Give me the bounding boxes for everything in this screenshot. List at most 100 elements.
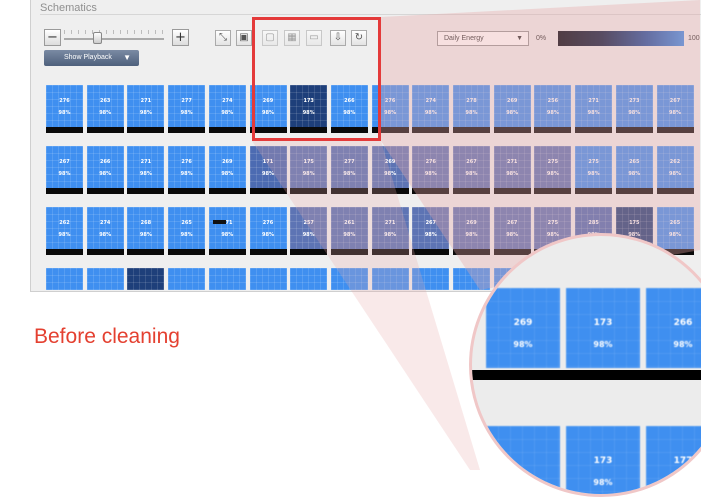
solar-panel-tile[interactable]: 271 98% bbox=[575, 85, 613, 133]
panel-value: 267 bbox=[466, 159, 477, 165]
solar-panel-tile[interactable]: 271 98% bbox=[371, 207, 409, 255]
solar-panel-tile[interactable]: 269 98% bbox=[453, 207, 490, 255]
panel-footer bbox=[46, 127, 83, 133]
solar-panel-tile[interactable] bbox=[290, 268, 328, 290]
solar-panel-tile[interactable] bbox=[86, 268, 124, 290]
solar-panel-tile[interactable] bbox=[371, 268, 409, 290]
panel-value: 171 bbox=[262, 159, 274, 165]
panel-footer bbox=[208, 249, 246, 255]
solar-panel-tile[interactable]: 267 98% bbox=[46, 146, 83, 194]
solar-panel-tile[interactable] bbox=[46, 268, 83, 290]
panel-value: 268 bbox=[140, 220, 152, 226]
lens-panel-pct: 98% bbox=[593, 478, 613, 487]
show-playback-button[interactable]: Show Playback ▼ bbox=[44, 50, 139, 66]
panel-value: 271 bbox=[588, 98, 599, 104]
solar-panel-tile[interactable]: 266 98% bbox=[86, 146, 124, 194]
solar-panel-tile[interactable] bbox=[249, 268, 287, 290]
solar-panel-tile[interactable]: 276 98% bbox=[249, 207, 287, 255]
solar-panel-tile[interactable]: 267 98% bbox=[656, 85, 694, 133]
zoom-slider[interactable] bbox=[64, 38, 164, 40]
panel-footer bbox=[493, 188, 531, 194]
panel-value: 276 bbox=[262, 220, 274, 226]
solar-panel-tile[interactable]: 262 98% bbox=[46, 207, 83, 255]
solar-panel-tile[interactable]: 265 98% bbox=[656, 207, 694, 255]
panel-percent: 98% bbox=[506, 171, 519, 177]
solar-panel-tile[interactable]: 276 98% bbox=[412, 146, 450, 194]
solar-panel-tile[interactable]: 269 98% bbox=[208, 146, 246, 194]
solar-panel-tile[interactable]: 257 98% bbox=[290, 207, 328, 255]
solar-panel-tile[interactable]: 269 98% bbox=[371, 146, 409, 194]
solar-panel-tile[interactable]: 268 98% bbox=[127, 207, 165, 255]
solar-panel-tile[interactable] bbox=[412, 268, 450, 290]
panel-percent: 98% bbox=[180, 171, 193, 177]
solar-panel-tile[interactable] bbox=[208, 268, 246, 290]
panel-value: 276 bbox=[181, 159, 192, 165]
panel-value: 269 bbox=[384, 159, 396, 165]
solar-panel-tile[interactable]: 267 98% bbox=[453, 146, 490, 194]
panel-percent: 98% bbox=[384, 171, 397, 177]
panel-value: 265 bbox=[629, 159, 640, 165]
solar-panel-tile[interactable]: 256 98% bbox=[534, 85, 572, 133]
panel-footer bbox=[412, 249, 450, 255]
fit-view-icon[interactable]: ⤡ bbox=[215, 30, 231, 46]
filter-icon[interactable]: ▣ bbox=[236, 30, 252, 46]
zoom-in-button[interactable]: + bbox=[172, 29, 189, 46]
solar-panel-tile[interactable]: 275 98% bbox=[534, 146, 572, 194]
solar-panel-tile[interactable]: 262 98% bbox=[656, 146, 694, 194]
panel-footer bbox=[290, 249, 328, 255]
panel-percent: 98% bbox=[180, 110, 193, 116]
solar-panel-tile[interactable] bbox=[453, 268, 490, 290]
solar-panel-tile[interactable]: 274 98% bbox=[208, 85, 246, 133]
solar-panel-tile[interactable]: 265 98% bbox=[615, 146, 653, 194]
solar-panel-tile[interactable]: 271 98% bbox=[208, 207, 246, 255]
solar-panel-tile[interactable] bbox=[127, 268, 165, 290]
zoom-out-button[interactable]: − bbox=[44, 29, 61, 46]
solar-panel-tile[interactable]: 171 98% bbox=[249, 146, 287, 194]
solar-panel-tile[interactable]: 267 98% bbox=[493, 207, 531, 255]
panel-footer bbox=[575, 188, 613, 194]
solar-panel-tile[interactable]: 273 98% bbox=[615, 85, 653, 133]
solar-panel-tile[interactable]: 263 98% bbox=[86, 85, 124, 133]
panel-percent: 98% bbox=[669, 171, 681, 177]
zoom-slider-handle[interactable] bbox=[93, 32, 102, 44]
solar-panel-tile[interactable]: 274 98% bbox=[412, 85, 450, 133]
solar-panel-tile[interactable]: 267 98% bbox=[412, 207, 450, 255]
panel-percent: 98% bbox=[465, 110, 478, 116]
metric-select-value: Daily Energy bbox=[444, 35, 484, 42]
solar-panel-tile[interactable]: 269 98% bbox=[493, 85, 531, 133]
panel-footer bbox=[46, 188, 83, 194]
panel-value: 274 bbox=[425, 98, 437, 104]
lens-panel: 269 98% bbox=[486, 288, 560, 368]
chevron-down-icon: ▼ bbox=[516, 35, 523, 42]
solar-panel-tile[interactable]: 175 98% bbox=[290, 146, 328, 194]
solar-panel-tile[interactable]: 276 98% bbox=[168, 146, 206, 194]
legend-min-label: 0% bbox=[536, 35, 547, 42]
solar-panel-tile[interactable]: 277 98% bbox=[330, 146, 368, 194]
solar-panel-tile[interactable]: 261 98% bbox=[330, 207, 368, 255]
panel-footer bbox=[46, 249, 83, 255]
panel-value: 273 bbox=[629, 98, 640, 104]
solar-panel-tile[interactable] bbox=[330, 268, 368, 290]
solar-panel-tile[interactable]: 278 98% bbox=[453, 85, 490, 133]
panel-footer bbox=[615, 127, 653, 133]
solar-panel-tile[interactable]: 271 98% bbox=[127, 146, 165, 194]
solar-panel-tile[interactable]: 271 98% bbox=[127, 85, 165, 133]
lens-panel-pct: 98% bbox=[593, 340, 613, 349]
panel-percent: 98% bbox=[302, 171, 315, 177]
panel-footer bbox=[371, 188, 409, 194]
metric-select[interactable]: Daily Energy ▼ bbox=[437, 31, 529, 46]
panel-value: 261 bbox=[344, 220, 355, 226]
solar-panel-tile[interactable]: 265 98% bbox=[168, 207, 206, 255]
panel-percent: 98% bbox=[221, 232, 234, 238]
section-title: Schematics bbox=[40, 2, 97, 14]
panel-footer bbox=[371, 249, 409, 255]
panel-value: 265 bbox=[669, 220, 681, 226]
solar-panel-tile[interactable]: 271 98% bbox=[493, 146, 531, 194]
panel-percent: 98% bbox=[58, 232, 71, 238]
solar-panel-tile[interactable]: 277 98% bbox=[168, 85, 206, 133]
solar-panel-tile[interactable] bbox=[168, 268, 206, 290]
solar-panel-tile[interactable]: 274 98% bbox=[86, 207, 124, 255]
panel-footer bbox=[493, 127, 531, 133]
solar-panel-tile[interactable]: 275 98% bbox=[575, 146, 613, 194]
solar-panel-tile[interactable]: 276 98% bbox=[46, 85, 83, 133]
